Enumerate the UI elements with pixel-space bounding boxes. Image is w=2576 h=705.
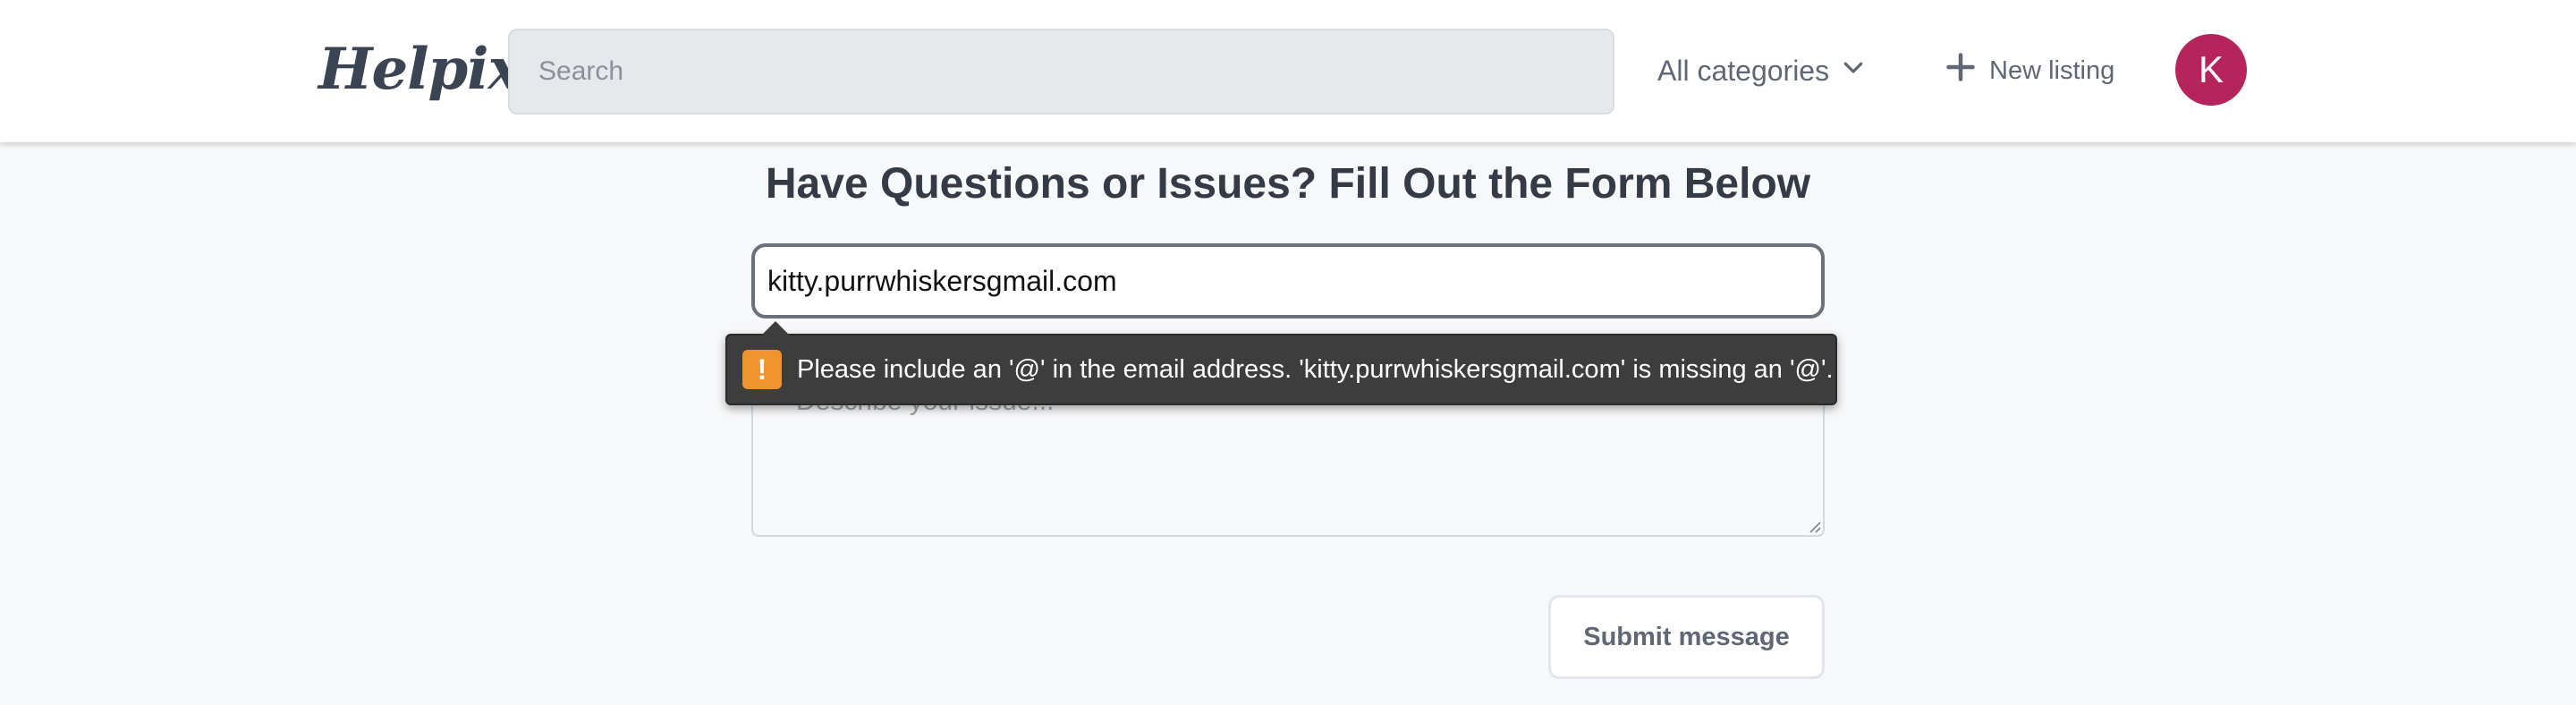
warning-icon: ! (742, 350, 782, 389)
page-title: Have Questions or Issues? Fill Out the F… (765, 160, 1811, 208)
plus-icon (1945, 51, 1977, 90)
new-listing-button[interactable]: New listing (1945, 47, 2114, 95)
submit-message-button[interactable]: Submit message (1548, 595, 1825, 679)
user-avatar[interactable]: K (2175, 34, 2247, 106)
new-listing-label: New listing (1989, 55, 2115, 85)
helpix-logo[interactable]: Helpix (318, 34, 522, 106)
tooltip-arrow (761, 321, 790, 336)
resize-handle-icon[interactable] (1809, 521, 1821, 533)
search-input[interactable] (508, 29, 1614, 115)
email-field[interactable] (751, 243, 1825, 319)
validation-tooltip: ! Please include an '@' in the email add… (725, 321, 1837, 405)
validation-message: Please include an '@' in the email addre… (797, 354, 1834, 384)
categories-label: All categories (1657, 54, 1830, 87)
all-categories-dropdown[interactable]: All categories (1657, 47, 1867, 95)
top-navigation-bar: Helpix All categories New listing K (0, 0, 2576, 142)
chevron-down-icon (1840, 54, 1867, 88)
